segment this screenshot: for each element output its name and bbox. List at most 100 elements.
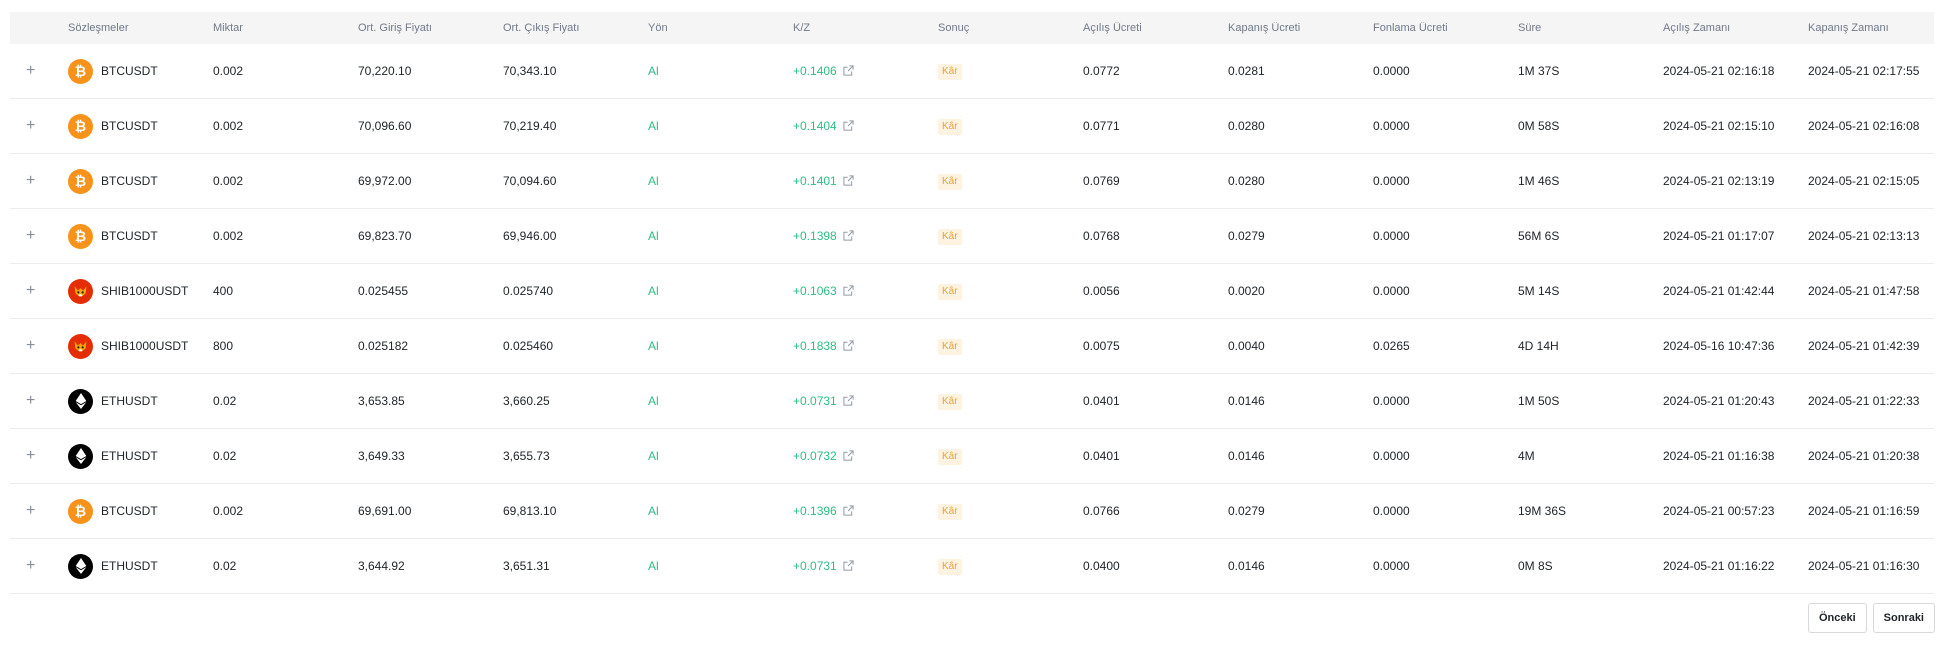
open-time: 2024-05-21 01:20:43 <box>1663 394 1775 408</box>
table-row: + ₿ BTCUSDT 0.002 69,691.00 69,813.10 Al +0.139… <box>10 484 1934 539</box>
header-quantity: Miktar <box>213 22 243 34</box>
row-expand: + <box>10 63 68 79</box>
contract-cell: ETHUSDT <box>68 388 213 414</box>
plus-icon[interactable]: + <box>26 283 35 299</box>
avg-entry-price: 70,096.60 <box>358 119 412 133</box>
external-link-icon[interactable] <box>843 505 855 517</box>
plus-icon[interactable]: + <box>26 448 35 464</box>
plus-icon[interactable]: + <box>26 558 35 574</box>
duration: 0M 58S <box>1518 119 1560 133</box>
plus-icon[interactable]: + <box>26 63 35 79</box>
table-row: + SHIB1000USDT 800 0.025182 0.025460 Al +0.183… <box>10 319 1934 374</box>
duration: 56M 6S <box>1518 229 1560 243</box>
open-fee: 0.0400 <box>1083 559 1120 573</box>
open-fee: 0.0075 <box>1083 339 1120 353</box>
close-time: 2024-05-21 01:20:38 <box>1808 449 1920 463</box>
avg-entry-price: 70,220.10 <box>358 64 412 78</box>
close-time: 2024-05-21 01:16:59 <box>1808 504 1920 518</box>
pnl-cell: +0.1404 <box>793 119 938 133</box>
external-link-icon[interactable] <box>843 450 855 462</box>
plus-icon[interactable]: + <box>26 118 35 134</box>
table-row: + ETHUSDT 0.02 3,649.33 3,655.73 Al +0.0732 Kâr… <box>10 429 1934 484</box>
open-fee: 0.0401 <box>1083 449 1120 463</box>
result-cell: Kâr <box>938 118 1083 135</box>
pnl-cell: +0.1396 <box>793 504 938 518</box>
table-row: + ₿ BTCUSDT 0.002 70,096.60 70,219.40 Al +0.140… <box>10 99 1934 154</box>
external-link-icon[interactable] <box>843 230 855 242</box>
plus-icon[interactable]: + <box>26 228 35 244</box>
open-fee: 0.0772 <box>1083 64 1120 78</box>
shib-coin-icon <box>68 333 93 359</box>
quantity: 0.002 <box>213 504 244 518</box>
plus-icon[interactable]: + <box>26 338 35 354</box>
table-row: + ETHUSDT 0.02 3,644.92 3,651.31 Al +0.0731 Kâr… <box>10 539 1934 594</box>
funding-fee: 0.0000 <box>1373 394 1410 408</box>
result-cell: Kâr <box>938 503 1083 520</box>
external-link-icon[interactable] <box>843 285 855 297</box>
open-time: 2024-05-21 01:16:22 <box>1663 559 1775 573</box>
direction: Al <box>648 559 659 573</box>
contract-symbol: SHIB1000USDT <box>101 339 189 353</box>
open-fee: 0.0056 <box>1083 284 1120 298</box>
row-expand: + <box>10 448 68 464</box>
avg-entry-price: 3,653.85 <box>358 394 405 408</box>
duration: 1M 37S <box>1518 64 1560 78</box>
pnl-cell: +0.0731 <box>793 394 938 408</box>
result-badge: Kâr <box>938 393 962 410</box>
open-time: 2024-05-21 02:16:18 <box>1663 64 1775 78</box>
result-badge: Kâr <box>938 558 962 575</box>
close-time: 2024-05-21 01:22:33 <box>1808 394 1920 408</box>
external-link-icon[interactable] <box>843 560 855 572</box>
contract-cell: ₿ BTCUSDT <box>68 113 213 139</box>
result-cell: Kâr <box>938 338 1083 355</box>
btc-coin-icon: ₿ <box>68 223 93 249</box>
previous-page-button[interactable]: Önceki <box>1807 603 1867 633</box>
contract-cell: ₿ BTCUSDT <box>68 498 213 524</box>
quantity: 0.02 <box>213 559 237 573</box>
avg-exit-price: 69,946.00 <box>503 229 557 243</box>
duration: 4M <box>1518 449 1535 463</box>
plus-icon[interactable]: + <box>26 393 35 409</box>
external-link-icon[interactable] <box>843 65 855 77</box>
table-row: + SHIB1000USDT 400 0.025455 0.025740 Al +0.106… <box>10 264 1934 319</box>
pnl-value: +0.1063 <box>793 284 837 298</box>
external-link-icon[interactable] <box>843 395 855 407</box>
pnl-value: +0.1401 <box>793 174 837 188</box>
pnl-value: +0.1398 <box>793 229 837 243</box>
header-direction: Yön <box>648 22 668 34</box>
close-fee: 0.0040 <box>1228 339 1265 353</box>
direction: Al <box>648 504 659 518</box>
contract-symbol: BTCUSDT <box>101 229 158 243</box>
trade-history-table: Sözleşmeler Miktar Ort. Giriş Fiyatı Ort… <box>10 12 1934 594</box>
row-expand: + <box>10 118 68 134</box>
contract-cell: ETHUSDT <box>68 553 213 579</box>
close-fee: 0.0146 <box>1228 559 1265 573</box>
plus-icon[interactable]: + <box>26 173 35 189</box>
close-time: 2024-05-21 02:15:05 <box>1808 174 1920 188</box>
eth-coin-icon <box>68 388 93 414</box>
result-badge: Kâr <box>938 118 962 135</box>
external-link-icon[interactable] <box>843 340 855 352</box>
next-page-button[interactable]: Sonraki <box>1872 603 1935 633</box>
contract-symbol: BTCUSDT <box>101 119 158 133</box>
pnl-cell: +0.1406 <box>793 64 938 78</box>
external-link-icon[interactable] <box>843 175 855 187</box>
close-time: 2024-05-21 02:17:55 <box>1808 64 1920 78</box>
row-expand: + <box>10 173 68 189</box>
quantity: 0.002 <box>213 229 244 243</box>
plus-icon[interactable]: + <box>26 503 35 519</box>
funding-fee: 0.0000 <box>1373 64 1410 78</box>
header-contracts: Sözleşmeler <box>68 22 129 34</box>
contract-cell: ETHUSDT <box>68 443 213 469</box>
pnl-value: +0.1396 <box>793 504 837 518</box>
funding-fee: 0.0000 <box>1373 174 1410 188</box>
contract-cell: ₿ BTCUSDT <box>68 223 213 249</box>
avg-entry-price: 69,972.00 <box>358 174 412 188</box>
row-expand: + <box>10 503 68 519</box>
result-cell: Kâr <box>938 558 1083 575</box>
eth-coin-icon <box>68 443 93 469</box>
table-row: + ETHUSDT 0.02 3,653.85 3,660.25 Al +0.0731 Kâr… <box>10 374 1934 429</box>
external-link-icon[interactable] <box>843 120 855 132</box>
avg-exit-price: 0.025460 <box>503 339 554 353</box>
avg-entry-price: 69,691.00 <box>358 504 412 518</box>
